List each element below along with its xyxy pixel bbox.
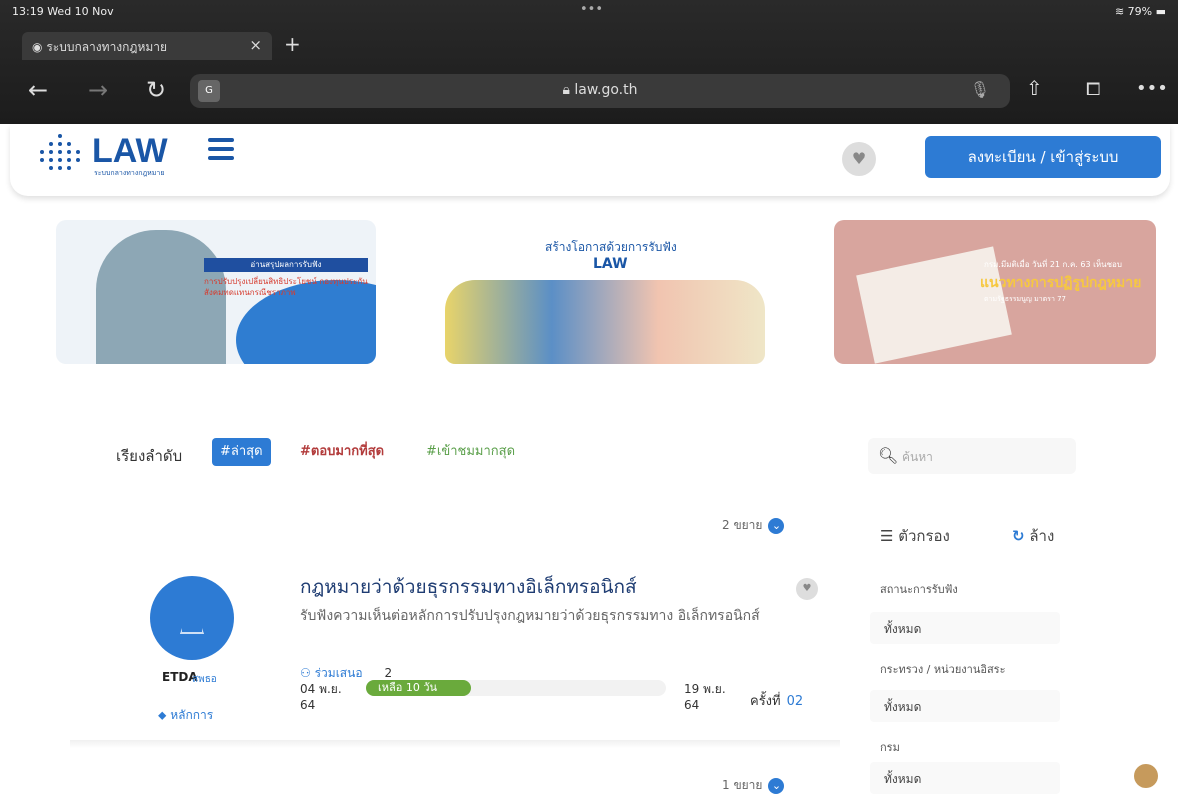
close-icon[interactable]: × [249, 36, 262, 54]
logo-subtitle: ระบบกลางทางกฎหมาย [94, 169, 165, 177]
round-info: ครั้งที่ 02 [750, 690, 803, 711]
expand-bottom-label: 1 ขยาย [722, 778, 763, 792]
people-icon: ⚇ [300, 666, 311, 680]
status-time: 13:19 Wed 10 Nov [12, 5, 114, 18]
filter-ministry-select[interactable]: ทั้งหมด [870, 690, 1060, 722]
filter-status-select[interactable]: ทั้งหมด [870, 612, 1060, 644]
back-icon[interactable]: ← [28, 76, 48, 104]
status-bar: 13:19 Wed 10 Nov ••• ≋ 79% ▬ [0, 0, 1178, 22]
browser-chrome: 13:19 Wed 10 Nov ••• ≋ 79% ▬ ◉ ระบบกลางท… [0, 0, 1178, 124]
sort-most-answered-chip[interactable]: #ตอบมากที่สุด [292, 438, 392, 466]
item-title[interactable]: กฎหมายว่าด้วยธุรกรรมทางอิเล็กทรอนิกส์ [300, 572, 637, 602]
start-year: 64 [300, 698, 316, 712]
principle-tag[interactable]: ⬥ หลักการ [158, 706, 213, 725]
filter-status-label: สถานะการรับฟัง [880, 583, 958, 596]
chevron-down-icon: ⌄ [768, 518, 785, 534]
battery-indicator: ≋ 79% ▬ [1114, 5, 1166, 18]
tabs-icon[interactable]: ⧠ [1086, 79, 1100, 100]
clear-filter-button[interactable]: ↻ ล้าง [1012, 524, 1054, 548]
round-number: 02 [786, 694, 804, 709]
remaining-badge: เหลือ 10 วัน [366, 680, 471, 696]
search-input[interactable]: 🔍︎ ค้นหา [868, 438, 1076, 474]
banner-social-security[interactable]: อ่านสรุปผลการรับฟัง การปรับปรุงเปลี่ยนสิ… [56, 220, 376, 364]
filter-department-label: กรม [880, 741, 900, 754]
sort-label: เรียงลำดับ [116, 447, 183, 465]
logo-text[interactable]: LAW [92, 132, 168, 171]
site-header: LAW ระบบกลางทางกฎหมาย ♥ ลงทะเบียน / เข้า… [10, 124, 1170, 196]
tag-icon: ⬥ [158, 708, 167, 722]
url-bar[interactable]: G 🔒︎ law.go.th 🎙︎ [190, 74, 1010, 108]
participants-label: ร่วมเสนอ [314, 666, 363, 680]
expand-bottom[interactable]: 1 ขยาย ⌄ [722, 776, 785, 795]
tab-bar: ◉ ระบบกลางทางกฎหมาย × + [0, 26, 1178, 62]
refresh-icon: ↻ [1012, 527, 1025, 545]
forward-icon[interactable]: → [88, 76, 108, 104]
tab-title: ระบบกลางทางกฎหมาย [46, 40, 168, 54]
round-label: ครั้งที่ [750, 694, 781, 709]
banner-illustration [445, 280, 765, 364]
clear-label: ล้าง [1029, 527, 1055, 545]
participants-count: 2 [384, 666, 393, 680]
remaining-progress: เหลือ 10 วัน [366, 680, 666, 696]
tower-icon [180, 598, 204, 634]
globe-icon: ◉ [32, 40, 43, 54]
menu-icon[interactable] [208, 138, 234, 160]
end-year: 64 [684, 698, 700, 712]
item-description: รับฟังความเห็นต่อหลักการปรับปรุงกฎหมายว่… [300, 608, 760, 624]
start-date: 04 พ.ย. [300, 682, 342, 696]
mic-icon[interactable]: 🎙︎ [970, 80, 990, 99]
url-text: law.go.th [574, 82, 638, 98]
expand-top[interactable]: 2 ขยาย ⌄ [722, 516, 785, 535]
banner-listening[interactable]: สร้างโอกาสด้วยการรับฟัง LAW [445, 220, 765, 364]
law-logo-icon[interactable] [40, 134, 80, 174]
browser-toolbar: ← → ↻ G 🔒︎ law.go.th 🎙︎ ⇧ ⧠ ••• [0, 70, 1178, 114]
share-icon[interactable]: ⇧ [1026, 76, 1043, 100]
principle-label: หลักการ [170, 708, 214, 722]
reload-icon[interactable]: ↻ [146, 76, 166, 104]
more-dots-icon: ••• [580, 2, 604, 17]
browser-tab[interactable]: ◉ ระบบกลางทางกฎหมาย × [22, 32, 272, 60]
favorites-heart-icon[interactable]: ♥ [842, 142, 876, 176]
cookie-icon[interactable] [1134, 764, 1158, 788]
filter-department-select[interactable]: ทั้งหมด [870, 762, 1060, 794]
sort-latest-chip[interactable]: #ล่าสุด [212, 438, 271, 466]
search-icon: 🔍︎ [878, 446, 899, 465]
heart-icon[interactable]: ♥ [796, 578, 818, 600]
filter-title: ตัวกรอง [898, 527, 950, 545]
banner-head: อ่านสรุปผลการรับฟัง [204, 258, 368, 272]
lock-icon: 🔒︎ [562, 82, 570, 98]
banner-line3: ตามรัฐธรรมนูญ มาตรา 77 [984, 295, 1067, 303]
org-name[interactable]: สพธอ [192, 672, 217, 687]
list-item[interactable]: ETDA สพธอ ⬥ หลักการ กฎหมายว่าด้วยธุรกรรม… [70, 560, 840, 750]
sliders-icon: ☰ [880, 527, 894, 545]
login-button[interactable]: ลงทะเบียน / เข้าสู่ระบบ [925, 136, 1161, 178]
chevron-down-icon: ⌄ [768, 778, 785, 794]
banner-brand: LAW [593, 256, 628, 272]
battery-level: 79% [1127, 5, 1153, 18]
banner-title: สร้างโอกาสด้วยการรับฟัง [545, 240, 677, 254]
sort-most-viewed-chip[interactable]: #เข้าชมมากสุด [418, 438, 523, 466]
banner-body: การปรับปรุงเปลี่ยนสิทธิประโยชน์ กองทุนปร… [204, 277, 368, 297]
new-tab-icon[interactable]: + [284, 32, 301, 56]
expand-top-label: 2 ขยาย [722, 518, 763, 532]
more-icon[interactable]: ••• [1136, 78, 1168, 99]
filter-toggle[interactable]: ☰ ตัวกรอง [880, 524, 950, 548]
agency-avatar [150, 576, 234, 660]
filter-ministry-label: กระทรวง / หน่วยงานอิสระ [880, 663, 1006, 676]
search-placeholder: ค้นหา [902, 450, 933, 464]
banner-line2: แนวทางการปฏิรูปกฎหมาย [980, 275, 1142, 291]
banner-law-reform[interactable]: กรม.มีมติเมื่อ วันที่ 21 ก.ค. 63 เห็นชอบ… [834, 220, 1156, 364]
end-date: 19 พ.ย. [684, 682, 726, 696]
banner-line1: กรม.มีมติเมื่อ วันที่ 21 ก.ค. 63 เห็นชอบ [984, 260, 1122, 269]
